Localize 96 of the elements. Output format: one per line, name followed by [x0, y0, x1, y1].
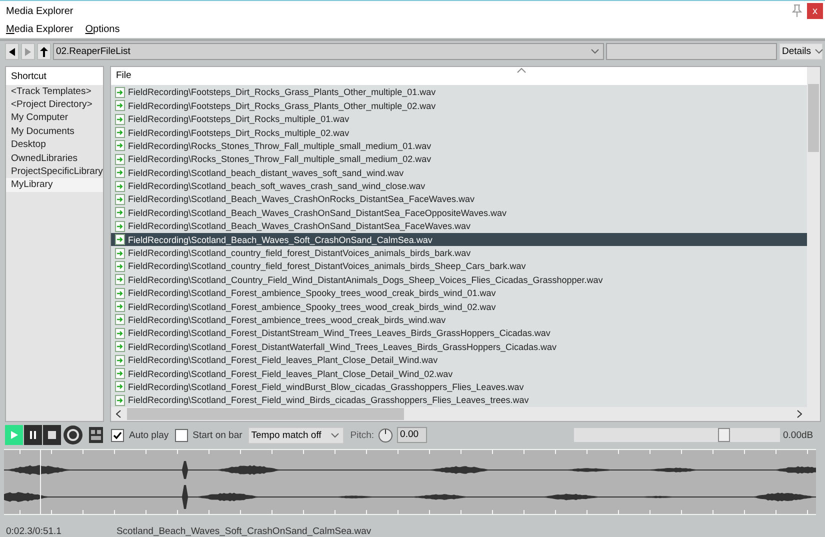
- shortcut-item[interactable]: ProjectSpecificLibrary: [6, 164, 103, 178]
- audio-file-icon: [115, 381, 125, 392]
- chevron-down-icon: [591, 49, 600, 54]
- audio-file-icon: [115, 140, 125, 152]
- volume-slider[interactable]: [574, 428, 780, 442]
- audio-file-icon: [115, 288, 125, 299]
- view-dropdown[interactable]: Details: [779, 43, 823, 60]
- pitch-knob[interactable]: [378, 428, 394, 443]
- volume-reading: 0.00dB: [783, 430, 814, 441]
- file-row[interactable]: FieldRecording\Footsteps_Dirt_Rocks_Grass_Plants_Other_multiple_01.wav: [111, 86, 807, 100]
- file-row[interactable]: FieldRecording\Scotland_Beach_Waves_CrashOnSand_DistantSea_FaceWaves.wav: [111, 220, 807, 233]
- shortcut-item[interactable]: My Computer: [6, 111, 103, 125]
- vertical-scrollbar[interactable]: [807, 66, 820, 422]
- audio-file-icon: [115, 354, 125, 366]
- audio-file-icon: [115, 194, 125, 205]
- shortcut-item[interactable]: MyLibrary: [6, 178, 103, 192]
- audio-file-icon: [115, 394, 125, 406]
- file-row[interactable]: FieldRecording\Footsteps_Dirt_Rocks_multiple_02.wav: [111, 126, 807, 140]
- audio-file-icon: [115, 341, 125, 352]
- shortcut-item[interactable]: My Documents: [6, 124, 103, 138]
- file-row[interactable]: FieldRecording\Scotland_beach_distant_waves_soft_sand_wind.wav: [111, 166, 807, 180]
- sort-icon: [517, 68, 526, 73]
- file-row[interactable]: FieldRecording\Scotland_country_field_forest_DistantVoices_animals_birds_bark.wav: [111, 246, 807, 260]
- audio-file-icon: [115, 314, 125, 326]
- file-row[interactable]: FieldRecording\Scotland_Forest_Field_leaves_Plant_Close_Detail_Wind.wav: [111, 353, 807, 367]
- audio-file-icon: [115, 167, 125, 178]
- audio-file-icon: [115, 260, 125, 272]
- start-on-bar-checkbox[interactable]: Start on bar: [174, 428, 242, 442]
- file-row[interactable]: FieldRecording\Scotland_Forest_ambience_Spooky_trees_wood_creak_birds_wind_01.wav: [111, 286, 807, 300]
- back-button[interactable]: [5, 43, 19, 60]
- audio-file-icon: [115, 207, 125, 218]
- file-row[interactable]: FieldRecording\Scotland_Forest_Field_windBurst_Blow_cicadas_Grasshoppers_Flies_Leaves.wav: [111, 380, 807, 394]
- path-dropdown[interactable]: 02.ReaperFileList: [52, 43, 604, 60]
- audio-file-icon: [115, 328, 125, 339]
- column-header[interactable]: File: [116, 70, 132, 82]
- shortcut-item[interactable]: Desktop: [6, 138, 103, 152]
- menu-item[interactable]: Options: [85, 24, 120, 36]
- file-row[interactable]: FieldRecording\Scotland_Forest_DistantStream_Wind_Trees_Leaves_Birds_GrassHoppers_Cicadas.wav: [111, 326, 807, 340]
- shortcut-item[interactable]: <Project Directory>: [6, 98, 103, 112]
- file-name: Scotland_Beach_Waves_Soft_CrashOnSand_CalmSea.wav: [116, 526, 372, 537]
- file-row[interactable]: FieldRecording\Scotland_country_field_forest_DistantVoices_animals_birds_Sheep_Cars_bark.wav: [111, 260, 807, 274]
- file-row[interactable]: FieldRecording\Rocks_Stones_Throw_Fall_multiple_small_medium_01.wav: [111, 139, 807, 153]
- pause-icon: [30, 431, 36, 440]
- file-row[interactable]: FieldRecording\Scotland_beach_soft_waves_crash_sand_wind_close.wav: [111, 179, 807, 193]
- file-row[interactable]: FieldRecording\Scotland_Forest_Field_wind_Birds_cicadas_Grasshoppers_Flies_Leaves_trees.wav: [111, 394, 807, 408]
- right-arrow-icon: [24, 48, 31, 56]
- file-row[interactable]: FieldRecording\Scotland_Forest_ambience_Spooky_trees_wood_creak_birds_wind_02.wav: [111, 300, 807, 314]
- audio-file-icon: [115, 86, 125, 98]
- shortcut-item[interactable]: <Track Templates>: [6, 84, 103, 98]
- time-display: 0:02.3/0:51.1: [6, 526, 62, 537]
- pitch-label: Pitch:: [350, 430, 374, 441]
- pin-icon[interactable]: [791, 4, 803, 18]
- file-row[interactable]: FieldRecording\Scotland_Forest_DistantWaterfall_Wind_Trees_Leaves_Birds_GrassHoppers_Cicadas.wav: [111, 340, 807, 354]
- stop-icon: [48, 431, 56, 440]
- scroll-left-icon[interactable]: [116, 410, 121, 418]
- pause-button[interactable]: [24, 425, 42, 446]
- audio-file-icon: [115, 301, 125, 312]
- audio-file-icon: [115, 154, 125, 165]
- chevron-down-icon: [815, 49, 824, 54]
- audio-file-icon: [115, 100, 125, 112]
- file-row[interactable]: FieldRecording\Scotland_Beach_Waves_CrashOnRocks_DistantSea_FaceWaves.wav: [111, 192, 807, 206]
- file-row[interactable]: FieldRecording\Footsteps_Dirt_Rocks_multiple_01.wav: [111, 112, 807, 126]
- shortcut-item[interactable]: OwnedLibraries: [6, 152, 103, 165]
- audio-file-icon: [115, 180, 125, 192]
- audio-file-icon: [115, 274, 125, 286]
- left-arrow-icon: [8, 48, 15, 56]
- slider-thumb[interactable]: [718, 428, 730, 442]
- up-button[interactable]: [36, 43, 51, 60]
- audio-file-icon: [115, 127, 125, 138]
- scroll-right-icon[interactable]: [797, 410, 802, 418]
- window-title: Media Explorer: [6, 6, 74, 17]
- audio-file-icon: [115, 234, 125, 246]
- check-icon: [113, 430, 122, 440]
- search-field[interactable]: [606, 43, 777, 60]
- horizontal-scrollbar[interactable]: [111, 407, 807, 422]
- play-icon: [10, 431, 18, 440]
- up-arrow-icon: [40, 46, 48, 57]
- file-row[interactable]: FieldRecording\Rocks_Stones_Throw_Fall_multiple_small_medium_02.wav: [111, 152, 807, 166]
- stop-button[interactable]: [43, 425, 61, 446]
- tempo-dropdown[interactable]: Tempo match off: [248, 426, 344, 444]
- column-header: Shortcut: [6, 66, 103, 85]
- pitch-field[interactable]: 0.00: [397, 427, 428, 444]
- close-button[interactable]: x: [807, 3, 823, 20]
- menu-item[interactable]: Media Explorer: [6, 24, 74, 36]
- file-row[interactable]: FieldRecording\Scotland_Country_Field_Wind_DistantAnimals_Dogs_Sheep_Voices_Flies_Cicadas_Grasshopper.wav: [111, 273, 807, 286]
- chevron-down-icon: [331, 432, 340, 438]
- auto-play-checkbox[interactable]: Auto play: [111, 428, 169, 442]
- audio-file-icon: [115, 114, 125, 125]
- file-row[interactable]: FieldRecording\Scotland_Forest_ambience_trees_wood_creak_birds_wind.wav: [111, 313, 807, 327]
- file-row[interactable]: FieldRecording\Scotland_Beach_Waves_CrashOnSand_DistantSea_FaceOppositeWaves.wav: [111, 206, 807, 220]
- audio-file-icon: [115, 368, 125, 380]
- file-row[interactable]: FieldRecording\Footsteps_Dirt_Rocks_Grass_Plants_Other_multiple_02.wav: [111, 99, 807, 112]
- audio-file-icon: [115, 248, 125, 259]
- file-row[interactable]: FieldRecording\Scotland_Beach_Waves_Soft_CrashOnSand_CalmSea.wav: [111, 232, 807, 246]
- audio-file-icon: [115, 220, 125, 232]
- file-row[interactable]: FieldRecording\Scotland_Forest_Field_leaves_Plant_Close_Detail_Wind_02.wav: [111, 366, 807, 380]
